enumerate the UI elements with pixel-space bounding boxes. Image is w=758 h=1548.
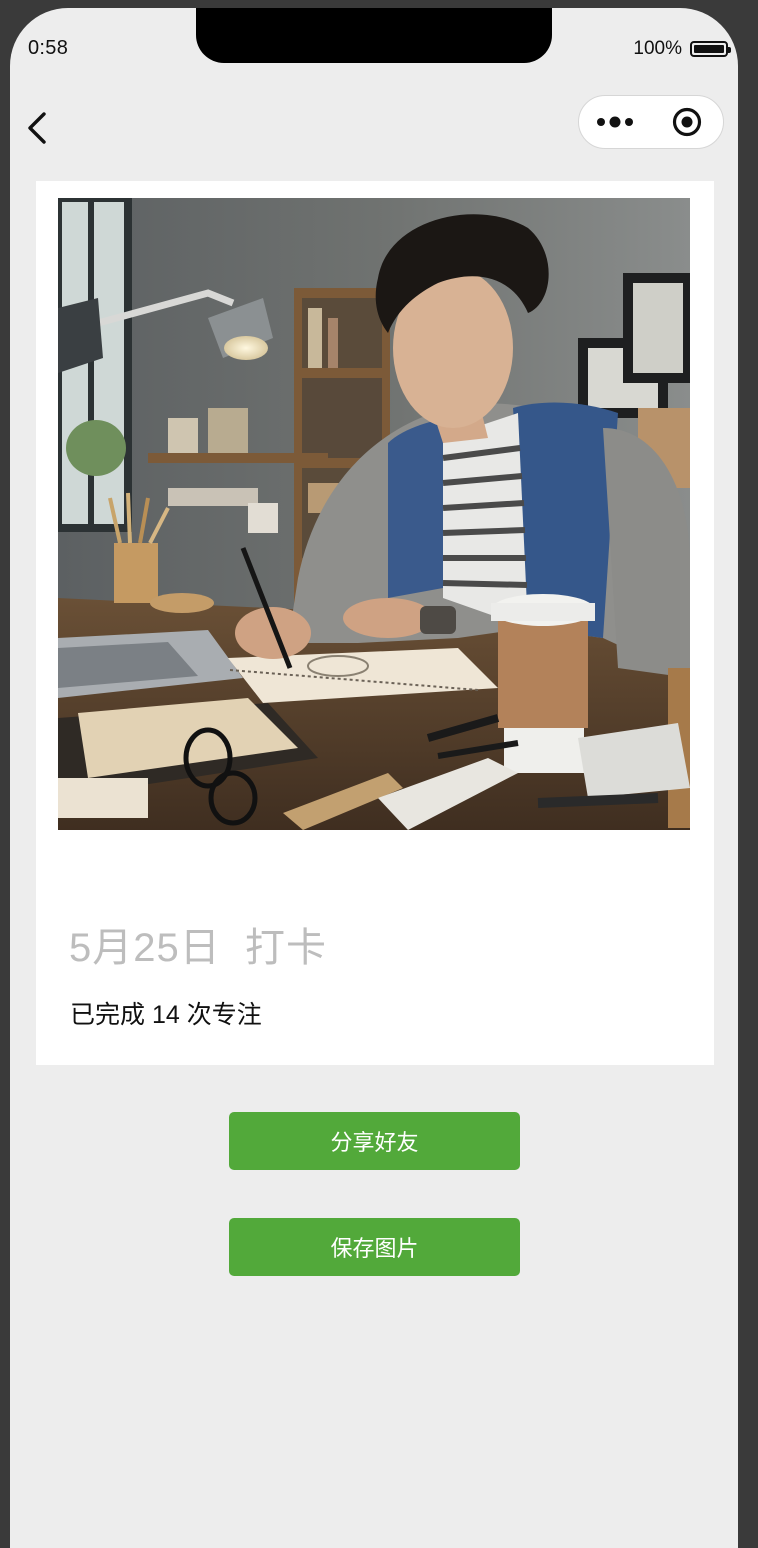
status-time: 0:58 <box>28 37 69 59</box>
battery-icon <box>690 41 731 57</box>
phone-screen: 0:58 100% 5月25日 打卡 已完成 14 次专注 分享好友 保存图片 <box>10 8 738 1548</box>
status-right: 100% <box>633 38 731 60</box>
chevron-left-icon <box>28 112 46 144</box>
checkin-card: 5月25日 打卡 已完成 14 次专注 <box>36 181 714 1065</box>
more-button[interactable] <box>579 96 651 148</box>
checkin-photo <box>58 198 690 830</box>
capsule-menu <box>578 95 724 149</box>
photo-man-sketching-icon <box>58 198 690 830</box>
battery-fill <box>694 45 724 53</box>
share-friends-button[interactable]: 分享好友 <box>229 1112 520 1170</box>
notch <box>196 8 552 63</box>
target-close-icon <box>672 107 702 137</box>
back-button[interactable] <box>24 108 54 148</box>
focus-count: 已完成 14 次专注 <box>70 1001 262 1029</box>
save-image-button[interactable]: 保存图片 <box>229 1218 520 1276</box>
more-dots-icon <box>597 116 633 128</box>
close-button[interactable] <box>651 96 723 148</box>
battery-percent: 100% <box>633 38 682 59</box>
checkin-date: 5月25日 打卡 <box>69 926 327 970</box>
